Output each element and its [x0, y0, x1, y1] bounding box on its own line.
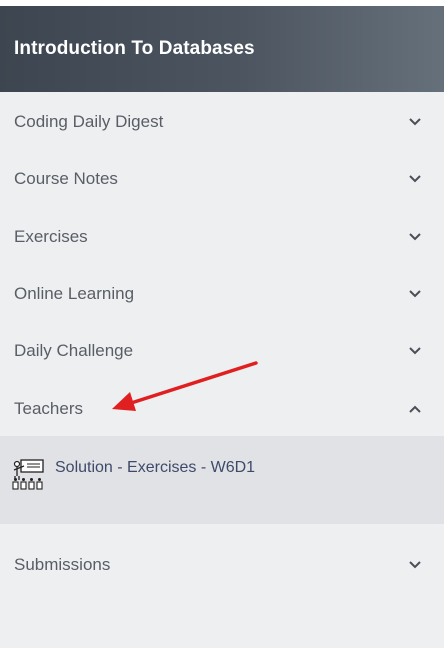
menu-item-course-notes[interactable]: Course Notes [0, 155, 444, 203]
chevron-down-icon [409, 290, 421, 298]
menu-item-daily-challenge[interactable]: Daily Challenge [0, 327, 444, 375]
menu-item-submissions[interactable]: Submissions [0, 541, 444, 589]
menu-item-label: Submissions [14, 555, 111, 574]
chevron-down-icon [409, 561, 421, 569]
menu-item-label: Coding Daily Digest [14, 112, 164, 131]
chevron-down-icon [409, 175, 421, 183]
chevron-down-icon [409, 118, 421, 126]
chevron-down-icon [409, 233, 421, 241]
menu-item-label: Daily Challenge [14, 341, 134, 360]
menu-item-coding-daily-digest[interactable]: Coding Daily Digest [0, 98, 444, 146]
solution-exercises-link[interactable]: Solution - Exercises - W6D1 [12, 458, 255, 492]
chevron-down-icon [409, 347, 421, 355]
menu-item-label: Course Notes [14, 169, 118, 188]
menu-item-online-learning[interactable]: Online Learning [0, 270, 444, 318]
menu-item-label: Teachers [14, 399, 83, 418]
course-title: Introduction To Databases [14, 38, 255, 59]
menu-item-label: Online Learning [14, 284, 135, 303]
teachers-submenu: Solution - Exercises - W6D1 [0, 436, 444, 524]
solution-exercises-label: Solution - Exercises - W6D1 [55, 459, 256, 476]
menu-item-teachers[interactable]: Teachers [0, 385, 444, 433]
chevron-up-icon [409, 405, 421, 413]
teacher-board-icon [12, 459, 44, 490]
menu-item-exercises[interactable]: Exercises [0, 213, 444, 261]
menu-item-label: Exercises [14, 227, 88, 246]
course-header: Introduction To Databases [0, 6, 444, 92]
